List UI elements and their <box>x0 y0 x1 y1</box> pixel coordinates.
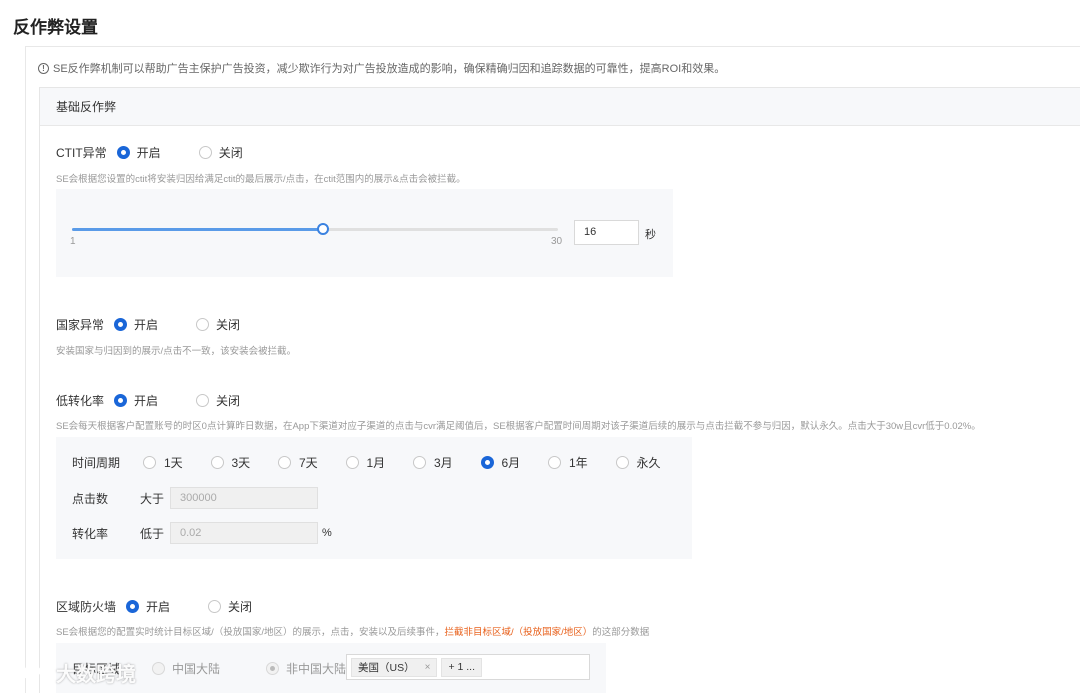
ctit-slider-thumb[interactable] <box>317 223 329 235</box>
radio-dot <box>615 456 629 469</box>
period-option-6[interactable]: 1年 <box>548 454 616 471</box>
low-cvr-label: 低转化率 <box>56 394 105 408</box>
clicks-operator: 大于 <box>140 491 165 506</box>
cvr-input[interactable]: 0.02 <box>170 522 318 544</box>
low-cvr-off-radio[interactable]: 关闭 <box>196 392 240 409</box>
watermark-logo-icon <box>12 662 48 680</box>
radio-dot <box>114 318 128 331</box>
ctit-slider-fill <box>72 228 323 231</box>
ctit-slider-track[interactable] <box>72 223 558 235</box>
ctit-label: CTIT异常 <box>56 146 107 160</box>
ctit-seconds-input[interactable]: 16 <box>574 220 639 245</box>
region-tag-more[interactable]: + 1 ... <box>441 657 482 677</box>
clicks-row: 点击数 大于 300000 <box>72 487 318 509</box>
region-on-radio[interactable]: 开启 <box>126 598 170 615</box>
mainland-radio[interactable]: 中国大陆 <box>152 660 220 677</box>
ctit-row: CTIT异常 开启 关闭 <box>56 144 281 161</box>
country-row: 国家异常 开启 关闭 <box>56 316 278 333</box>
radio-dot <box>126 600 140 613</box>
page-title: 反作弊设置 <box>13 18 98 37</box>
period-option-2[interactable]: 7天 <box>278 454 346 471</box>
clicks-input[interactable]: 300000 <box>170 487 318 509</box>
period-option-4[interactable]: 3月 <box>413 454 481 471</box>
watermark: 大数跨境 <box>10 658 136 687</box>
radio-dot <box>198 146 212 159</box>
region-desc-warning: 拦截非目标区域/（投放国家/地区） <box>444 627 593 638</box>
period-label: 时间周期 <box>72 456 121 470</box>
radio-dot <box>152 662 165 675</box>
country-label: 国家异常 <box>56 318 105 332</box>
ctit-off-radio[interactable]: 关闭 <box>198 144 243 161</box>
radio-dot <box>196 318 210 331</box>
period-option-0[interactable]: 1天 <box>143 454 211 471</box>
period-option-3[interactable]: 1月 <box>345 454 414 471</box>
cvr-unit: % <box>322 527 332 539</box>
ctit-on-radio[interactable]: 开启 <box>116 144 161 161</box>
low-cvr-row: 低转化率 开启 关闭 <box>56 392 278 409</box>
period-options: 1天 3天 7天 1月 3月 6月 1年 永久 <box>143 454 683 471</box>
card-header: 基础反作弊 <box>40 88 1080 126</box>
info-icon: ! <box>38 62 49 74</box>
period-row: 时间周期 1天 3天 7天 1月 3月 6月 1年 永久 <box>72 454 683 471</box>
region-firewall-row: 区域防火墙 开启 关闭 <box>56 598 290 615</box>
radio-dot <box>116 146 130 159</box>
cvr-label: 转化率 <box>72 526 109 541</box>
region-tag-select[interactable]: 美国（US） × + 1 ... <box>346 654 590 680</box>
cvr-operator: 低于 <box>140 526 165 541</box>
region-off-radio[interactable]: 关闭 <box>208 598 252 615</box>
radio-dot <box>266 662 280 675</box>
notice-text: SE反作弊机制可以帮助广告主保护广告投资，减少欺诈行为对广告投放造成的影响，确保… <box>53 63 726 75</box>
radio-dot <box>208 600 222 613</box>
radio-dot <box>114 394 128 407</box>
ctit-unit: 秒 <box>645 229 656 241</box>
period-option-1[interactable]: 3天 <box>210 454 279 471</box>
radio-dot <box>548 456 561 469</box>
low-cvr-panel: 时间周期 1天 3天 7天 1月 3月 6月 1年 永久 点击数 大于 300000 转化率 … <box>56 437 692 559</box>
close-icon[interactable]: × <box>425 662 431 673</box>
ctit-slider-panel: 1 30 16 秒 <box>56 189 673 277</box>
slider-min-label: 1 <box>70 236 76 247</box>
country-on-radio[interactable]: 开启 <box>114 316 158 333</box>
clicks-label: 点击数 <box>72 491 109 506</box>
radio-dot <box>278 456 291 469</box>
cvr-row: 转化率 低于 0.02 % <box>72 522 332 544</box>
ctit-desc: SE会根据您设置的ctit将安装归因给满足ctit的最后展示/点击，在ctit范… <box>56 174 466 185</box>
non-mainland-radio[interactable]: 非中国大陆 <box>266 660 346 677</box>
country-desc: 安装国家与归因到的展示/点击不一致，该安装会被拦截。 <box>56 346 297 357</box>
radio-dot <box>345 456 359 469</box>
region-tag-us: 美国（US） × <box>351 657 438 677</box>
radio-dot <box>196 394 210 407</box>
radio-dot <box>143 456 156 469</box>
watermark-text: 大数跨境 <box>56 664 136 686</box>
country-off-radio[interactable]: 关闭 <box>196 316 240 333</box>
period-option-5[interactable]: 6月 <box>480 454 549 471</box>
slider-max-label: 30 <box>551 236 563 247</box>
low-cvr-desc: SE会每天根据客户配置账号的时区0点计算昨日数据，在App下渠道对应子渠道的点击… <box>56 421 981 432</box>
region-firewall-label: 区域防火墙 <box>56 600 117 614</box>
notice-bar: ! SE反作弊机制可以帮助广告主保护广告投资，减少欺诈行为对广告投放造成的影响，… <box>38 60 725 76</box>
radio-dot <box>210 456 224 469</box>
radio-dot <box>480 456 494 469</box>
low-cvr-on-radio[interactable]: 开启 <box>114 392 158 409</box>
period-option-7[interactable]: 永久 <box>615 454 684 471</box>
radio-dot <box>413 456 426 469</box>
region-desc: SE会根据您的配置实时统计目标区域/（投放国家/地区）的展示，点击，安装以及后续… <box>56 627 650 638</box>
